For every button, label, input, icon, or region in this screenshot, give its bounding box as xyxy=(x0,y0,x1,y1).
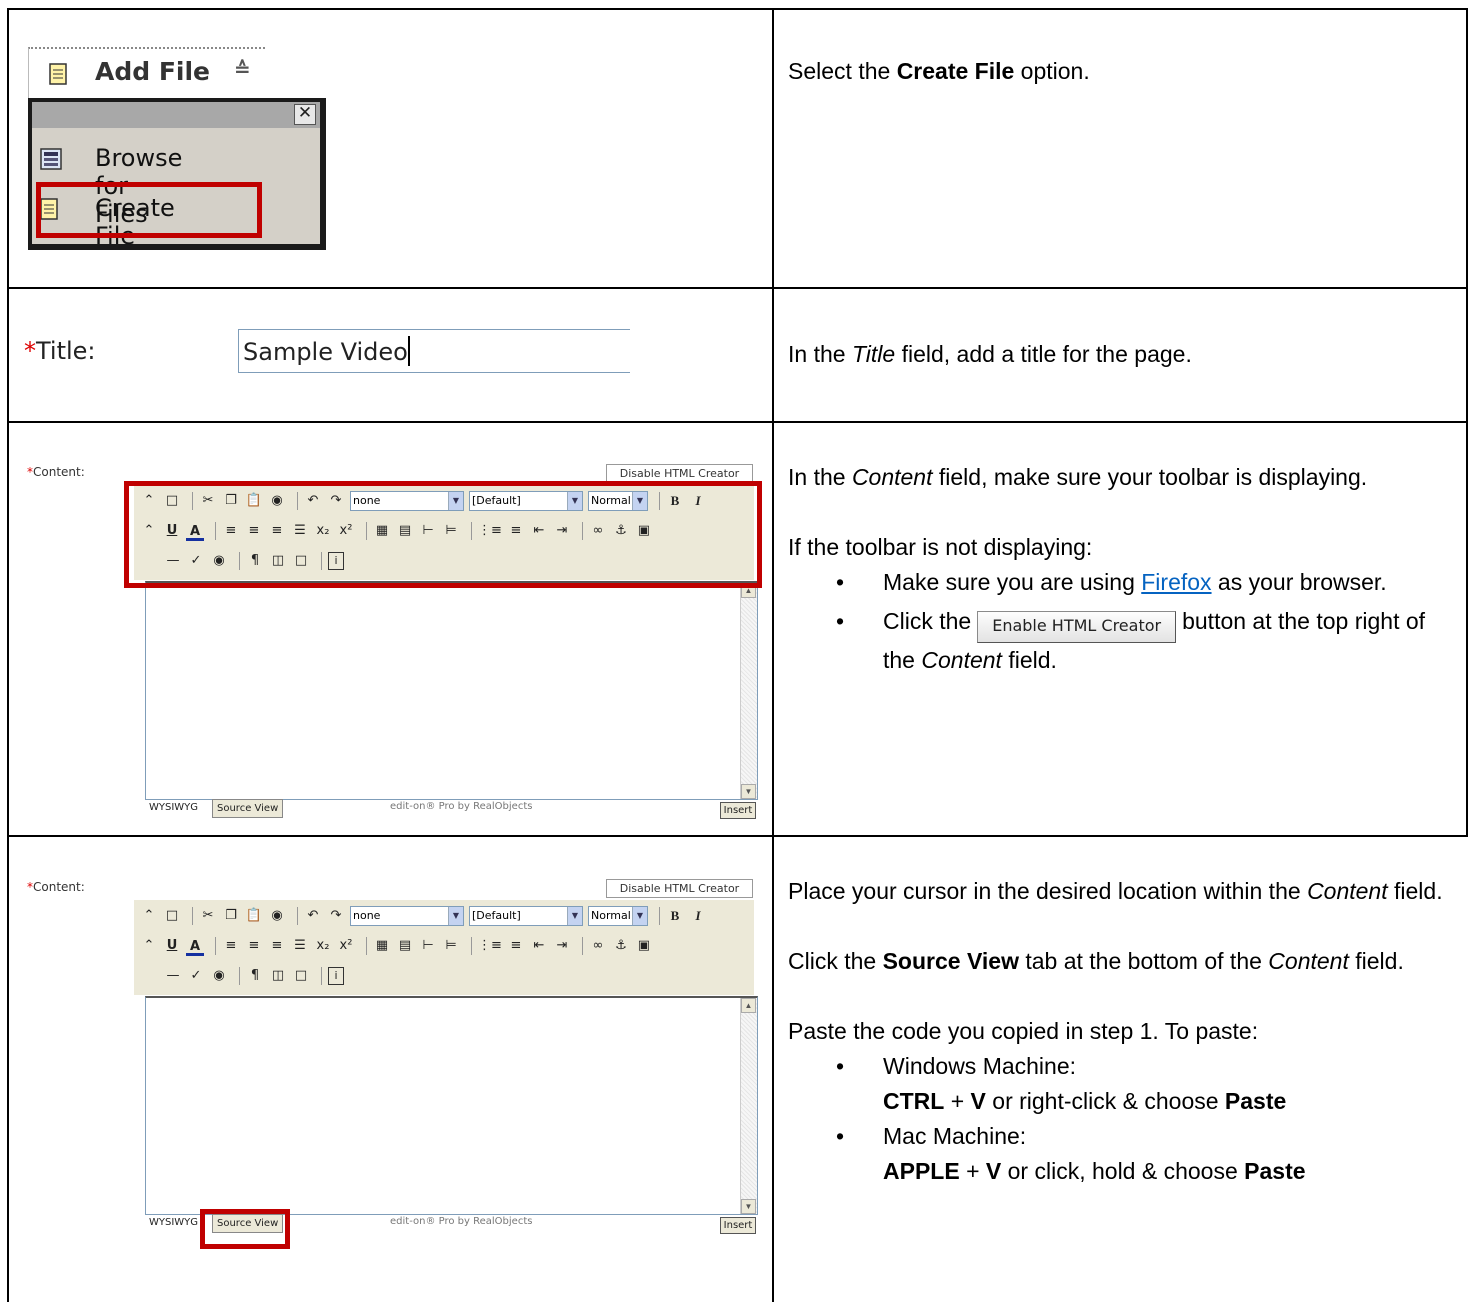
image-icon[interactable]: ▣ xyxy=(635,936,653,956)
indent-icon[interactable]: ⇥ xyxy=(553,936,571,956)
info-icon[interactable]: i xyxy=(328,967,344,985)
copy-icon[interactable]: ❐ xyxy=(222,906,240,926)
insert-mode-indicator: Insert xyxy=(720,1217,756,1234)
frame-icon[interactable]: □ xyxy=(292,966,310,986)
outdent-icon[interactable]: ⇤ xyxy=(530,936,548,956)
scroll-down-icon[interactable]: ▼ xyxy=(741,784,756,799)
row-divider xyxy=(7,421,1468,423)
chevron-down-icon: ≙ xyxy=(234,57,251,81)
powered-by-label: edit-on® Pro by RealObjects xyxy=(390,1216,533,1227)
table-icon[interactable]: ▦ xyxy=(373,936,391,956)
tab-source-view[interactable]: Source View xyxy=(212,799,284,818)
underline-icon[interactable]: U xyxy=(163,936,181,956)
content-editor-area[interactable]: ▲ ▼ xyxy=(145,996,758,1215)
layer-icon[interactable]: ◫ xyxy=(269,966,287,986)
style-select[interactable]: none ▼ xyxy=(350,906,464,926)
instruction-table: Add File ≙ ✕ Browse for Files Create Fil… xyxy=(0,0,1468,1302)
firefox-link[interactable]: Firefox xyxy=(1141,569,1211,595)
row3-instruction: In the Content field, make sure your too… xyxy=(788,460,1448,678)
menu-header: ✕ xyxy=(32,102,320,128)
scroll-up-icon[interactable]: ▲ xyxy=(741,998,756,1013)
undo-icon[interactable]: ↶ xyxy=(304,906,322,926)
list-item: • Make sure you are using Firefox as your… xyxy=(836,569,1387,595)
disable-html-creator-button[interactable]: Disable HTML Creator xyxy=(606,879,753,898)
horizontal-rule-icon[interactable]: — xyxy=(164,966,182,986)
split-cell-icon[interactable]: ⊢ xyxy=(419,936,437,956)
justify-icon[interactable]: ☰ xyxy=(291,936,309,956)
subscript-icon[interactable]: x₂ xyxy=(314,936,332,956)
tab-wysiwyg[interactable]: WYSIWYG xyxy=(149,1214,198,1231)
align-right-icon[interactable]: ≡ xyxy=(268,936,286,956)
text-cursor xyxy=(407,336,410,366)
row2-instruction: In the Title field, add a title for the … xyxy=(788,341,1192,367)
new-document-icon[interactable]: □ xyxy=(163,906,181,926)
table-border-top xyxy=(7,8,1468,10)
column-divider xyxy=(772,9,774,1302)
document-icon xyxy=(49,63,67,85)
editor-footer: WYSIWYG Source View edit-on® Pro by Real… xyxy=(145,799,756,819)
spellcheck-icon[interactable]: ✓ xyxy=(187,966,205,986)
merge-cell-icon[interactable]: ⊨ xyxy=(442,936,460,956)
font-select[interactable]: [Default] ▼ xyxy=(469,906,583,926)
html-editor: *Content: Disable HTML Creator ⌃ □ ✂ ❐ 📋… xyxy=(9,874,772,1254)
row4-instruction: Place your cursor in the desired locatio… xyxy=(788,874,1448,1189)
scroll-down-icon[interactable]: ▼ xyxy=(741,1199,756,1214)
row1-instruction: Select the Create File option. xyxy=(788,58,1090,84)
collapse-icon[interactable]: ⌃ xyxy=(140,936,158,956)
find-icon[interactable]: ◉ xyxy=(268,906,286,926)
align-left-icon[interactable]: ≡ xyxy=(222,936,240,956)
paste-icon[interactable]: 📋 xyxy=(245,906,263,926)
redo-icon[interactable]: ↷ xyxy=(327,906,345,926)
highlight-box xyxy=(36,182,262,238)
row-divider xyxy=(7,287,1468,289)
superscript-icon[interactable]: x² xyxy=(337,936,355,956)
add-file-button[interactable]: Add File ≙ xyxy=(28,47,265,99)
tab-wysiwyg[interactable]: WYSIWYG xyxy=(149,799,198,816)
enable-html-creator-button[interactable]: Enable HTML Creator xyxy=(977,611,1177,643)
numbered-list-icon[interactable]: ⋮≡ xyxy=(478,936,502,956)
object-icon[interactable]: ◉ xyxy=(210,966,228,986)
size-select[interactable]: Normal ▼ xyxy=(588,906,648,926)
content-label: *Content: xyxy=(27,465,85,479)
title-label: *Title: xyxy=(24,337,96,365)
highlight-box xyxy=(200,1209,290,1249)
list-item: • Click the Enable HTML Creator button at t… xyxy=(836,608,1426,673)
scrollbar[interactable]: ▲ ▼ xyxy=(740,583,757,799)
list-item: • Mac Machine: APPLE + V or click, hold & … xyxy=(836,1123,1306,1184)
cut-icon[interactable]: ✂ xyxy=(199,906,217,926)
insert-mode-indicator: Insert xyxy=(720,802,756,819)
scrollbar[interactable]: ▲ ▼ xyxy=(740,998,757,1214)
italic-icon[interactable]: I xyxy=(689,906,707,926)
bold-icon[interactable]: B xyxy=(666,906,684,926)
align-center-icon[interactable]: ≡ xyxy=(245,936,263,956)
content-label: *Content: xyxy=(27,880,85,894)
highlight-box xyxy=(124,481,762,588)
bullet-list-icon[interactable]: ≡ xyxy=(507,936,525,956)
insert-row-icon[interactable]: ▤ xyxy=(396,936,414,956)
list-item: • Windows Machine: CTRL + V or right-click… xyxy=(836,1053,1287,1114)
add-file-label: Add File xyxy=(95,57,211,86)
editor-toolbar: ⌃ □ ✂ ❐ 📋 ◉ ↶ ↷ none ▼ [Default] ▼ Normal ▼… xyxy=(134,900,754,995)
font-color-icon[interactable]: A xyxy=(186,937,204,956)
content-editor-area[interactable]: ▲ ▼ xyxy=(145,581,758,800)
link-icon[interactable]: ∞ xyxy=(589,936,607,956)
close-icon[interactable]: ✕ xyxy=(294,104,316,125)
browse-icon xyxy=(40,148,62,170)
title-input[interactable]: Sample Video xyxy=(238,329,630,373)
collapse-icon[interactable]: ⌃ xyxy=(140,906,158,926)
powered-by-label: edit-on® Pro by RealObjects xyxy=(390,801,533,812)
paragraph-icon[interactable]: ¶ xyxy=(246,966,264,986)
anchor-icon[interactable]: ⚓ xyxy=(612,936,630,956)
